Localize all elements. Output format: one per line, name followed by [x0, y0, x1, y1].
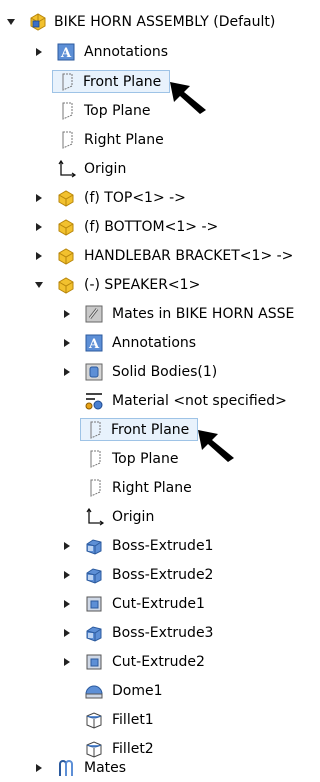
tree-item-label: Annotations	[84, 44, 169, 60]
tree-item-right-plane[interactable]: Right Plane	[0, 126, 311, 154]
plane-icon	[57, 130, 77, 150]
plane-icon	[85, 420, 105, 440]
annotations-icon: A	[84, 333, 104, 353]
expand-arrow-icon[interactable]	[62, 570, 72, 580]
pointer-arrow-icon	[168, 80, 208, 116]
tree-item-top-part[interactable]: (f) TOP<1> ->	[0, 184, 311, 212]
tree-item-label: Top Plane	[112, 451, 179, 467]
tree-item-cut-extrude1[interactable]: Cut-Extrude1	[0, 590, 311, 618]
part-icon	[56, 188, 76, 208]
tree-item-label: (f) BOTTOM<1> ->	[84, 219, 219, 235]
tree-item-boss-extrude1[interactable]: Boss-Extrude1	[0, 532, 311, 560]
tree-item-cut-extrude2[interactable]: Cut-Extrude2	[0, 648, 311, 676]
origin-icon	[85, 507, 105, 527]
tree-item-speaker-origin[interactable]: Origin	[0, 503, 311, 531]
tree-item-label: Cut-Extrude2	[112, 654, 205, 670]
plane-icon	[57, 101, 77, 121]
part-icon	[56, 217, 76, 237]
boss-extrude-icon	[84, 565, 104, 585]
tree-item-label: Cut-Extrude1	[112, 596, 205, 612]
dome-icon	[84, 681, 104, 701]
tree-item-label: Dome1	[112, 683, 163, 699]
expand-arrow-icon[interactable]	[34, 763, 44, 773]
tree-item-mates[interactable]: Mates	[0, 756, 311, 782]
svg-text:A: A	[60, 46, 72, 61]
tree-item-bottom-part[interactable]: (f) BOTTOM<1> ->	[0, 213, 311, 241]
expand-arrow-icon[interactable]	[62, 541, 72, 551]
expand-arrow-icon[interactable]	[34, 222, 44, 232]
cut-extrude-icon	[84, 652, 104, 672]
tree-item-label: HANDLEBAR BRACKET<1> ->	[84, 248, 294, 264]
tree-item-origin[interactable]: Origin	[0, 155, 311, 183]
material-icon	[84, 391, 104, 411]
tree-item-label: Boss-Extrude1	[112, 538, 214, 554]
tree-item-label: Boss-Extrude2	[112, 567, 214, 583]
solid-bodies-icon	[84, 362, 104, 382]
origin-icon	[57, 159, 77, 179]
expand-arrow-icon[interactable]	[62, 338, 72, 348]
tree-item-label: Material <not specified>	[112, 393, 287, 409]
expand-arrow-icon[interactable]	[62, 628, 72, 638]
tree-item-label: Solid Bodies(1)	[112, 364, 218, 380]
tree-item-label: Mates in BIKE HORN ASSE	[112, 306, 295, 322]
tree-item-annotations[interactable]: A Annotations	[0, 38, 311, 66]
svg-text:A: A	[88, 337, 100, 352]
boss-extrude-icon	[84, 623, 104, 643]
expand-arrow-icon[interactable]	[34, 251, 44, 261]
plane-icon	[85, 478, 105, 498]
tree-item-handlebar-bracket[interactable]: HANDLEBAR BRACKET<1> ->	[0, 242, 311, 270]
tree-item-label: Fillet1	[112, 712, 154, 728]
expand-arrow-icon[interactable]	[62, 367, 72, 377]
annotations-icon: A	[56, 42, 76, 62]
tree-item-material[interactable]: Material <not specified>	[0, 387, 311, 415]
tree-item-label: Front Plane	[83, 74, 162, 90]
cut-extrude-icon	[84, 594, 104, 614]
expand-arrow-icon[interactable]	[62, 309, 72, 319]
assembly-icon	[28, 12, 48, 32]
tree-item-label: Mates	[84, 760, 127, 776]
expand-arrow-icon[interactable]	[34, 47, 44, 57]
plane-icon	[85, 449, 105, 469]
mates-folder-icon	[84, 304, 104, 324]
tree-item-front-plane[interactable]: Front Plane	[0, 68, 311, 96]
boss-extrude-icon	[84, 536, 104, 556]
tree-item-label: Annotations	[112, 335, 197, 351]
tree-item-boss-extrude3[interactable]: Boss-Extrude3	[0, 619, 311, 647]
part-icon	[56, 246, 76, 266]
pointer-arrow-icon	[196, 428, 236, 464]
tree-item-label: Origin	[84, 161, 127, 177]
part-icon	[56, 275, 76, 295]
tree-item-label: Right Plane	[112, 480, 192, 496]
tree-root-label: BIKE HORN ASSEMBLY (Default)	[54, 14, 276, 30]
tree-item-speaker[interactable]: (-) SPEAKER<1>	[0, 271, 311, 299]
collapse-arrow-icon[interactable]	[6, 17, 16, 27]
tree-item-dome1[interactable]: Dome1	[0, 677, 311, 705]
tree-item-label: Boss-Extrude3	[112, 625, 214, 641]
tree-root-row[interactable]: BIKE HORN ASSEMBLY (Default)	[0, 8, 311, 36]
expand-arrow-icon[interactable]	[34, 193, 44, 203]
fillet-icon	[84, 710, 104, 730]
expand-arrow-icon[interactable]	[62, 599, 72, 609]
tree-item-label: (-) SPEAKER<1>	[84, 277, 201, 293]
tree-item-speaker-front-plane[interactable]: Front Plane	[0, 416, 311, 444]
collapse-arrow-icon[interactable]	[34, 280, 44, 290]
expand-arrow-icon[interactable]	[62, 657, 72, 667]
tree-item-fillet1[interactable]: Fillet1	[0, 706, 311, 734]
tree-item-label: Origin	[112, 509, 155, 525]
tree-item-speaker-annotations[interactable]: A Annotations	[0, 329, 311, 357]
tree-item-boss-extrude2[interactable]: Boss-Extrude2	[0, 561, 311, 589]
tree-item-top-plane[interactable]: Top Plane	[0, 97, 311, 125]
tree-item-speaker-right-plane[interactable]: Right Plane	[0, 474, 311, 502]
tree-item-label: Right Plane	[84, 132, 164, 148]
tree-item-label: (f) TOP<1> ->	[84, 190, 186, 206]
tree-item-mates-in-assembly[interactable]: Mates in BIKE HORN ASSE	[0, 300, 311, 328]
tree-item-label: Front Plane	[111, 422, 190, 438]
tree-item-solid-bodies[interactable]: Solid Bodies(1)	[0, 358, 311, 386]
tree-item-speaker-top-plane[interactable]: Top Plane	[0, 445, 311, 473]
tree-item-label: Top Plane	[84, 103, 151, 119]
mates-icon	[56, 758, 76, 778]
plane-icon	[57, 72, 77, 92]
